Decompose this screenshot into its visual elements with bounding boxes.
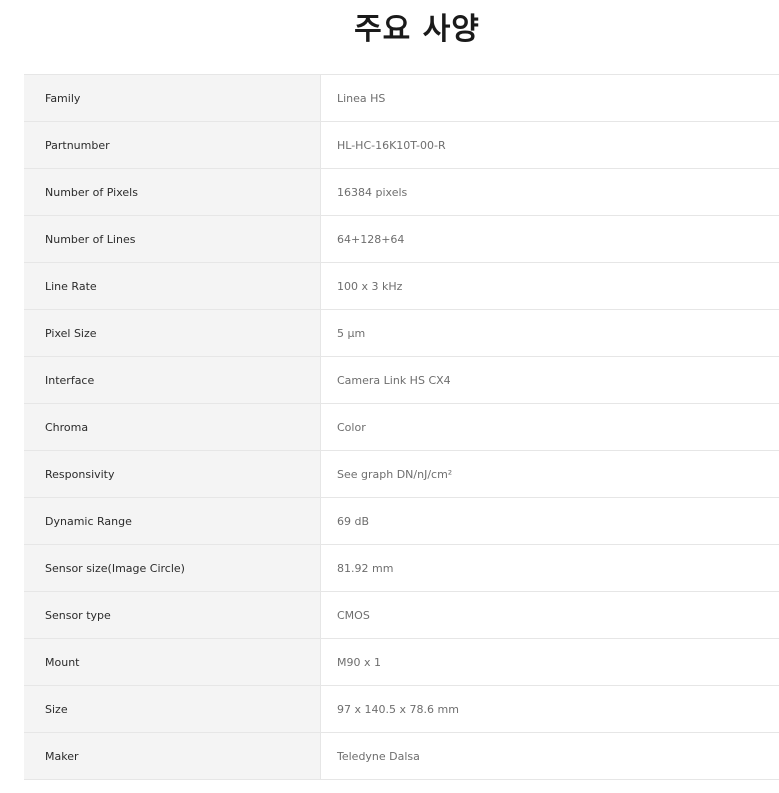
spec-label: Responsivity (24, 450, 321, 498)
spec-value: 64+128+64 (320, 215, 779, 263)
table-row: Partnumber HL-HC-16K10T-00-R (24, 121, 779, 169)
spec-value: 81.92 mm (320, 544, 779, 592)
spec-value: Color (320, 403, 779, 451)
spec-label: Chroma (24, 403, 321, 451)
table-row: Mount M90 x 1 (24, 638, 779, 686)
table-row: Number of Lines 64+128+64 (24, 215, 779, 263)
spec-label: Sensor size(Image Circle) (24, 544, 321, 592)
spec-label: Maker (24, 732, 321, 780)
spec-value: Camera Link HS CX4 (320, 356, 779, 404)
table-row: Maker Teledyne Dalsa (24, 732, 779, 780)
spec-value: M90 x 1 (320, 638, 779, 686)
spec-label: Sensor type (24, 591, 321, 639)
spec-value: Linea HS (320, 74, 779, 122)
spec-label: Mount (24, 638, 321, 686)
table-row: Dynamic Range 69 dB (24, 497, 779, 545)
spec-value: 100 x 3 kHz (320, 262, 779, 310)
spec-label: Partnumber (24, 121, 321, 169)
table-row: Line Rate 100 x 3 kHz (24, 262, 779, 310)
spec-value: See graph DN/nJ/cm² (320, 450, 779, 498)
spec-value: 5 µm (320, 309, 779, 357)
spec-value: 97 x 140.5 x 78.6 mm (320, 685, 779, 733)
table-row: Chroma Color (24, 403, 779, 451)
spec-value: CMOS (320, 591, 779, 639)
table-row: Interface Camera Link HS CX4 (24, 356, 779, 404)
table-row: Sensor size(Image Circle) 81.92 mm (24, 544, 779, 592)
table-row: Responsivity See graph DN/nJ/cm² (24, 450, 779, 498)
spec-label: Number of Lines (24, 215, 321, 263)
spec-label: Pixel Size (24, 309, 321, 357)
page-title: 주요 사양 (354, 12, 480, 47)
table-row: Number of Pixels 16384 pixels (24, 168, 779, 216)
spec-value: HL-HC-16K10T-00-R (320, 121, 779, 169)
table-row: Size 97 x 140.5 x 78.6 mm (24, 685, 779, 733)
spec-label: Interface (24, 356, 321, 404)
spec-label: Number of Pixels (24, 168, 321, 216)
spec-value: 16384 pixels (320, 168, 779, 216)
spec-value: Teledyne Dalsa (320, 732, 779, 780)
table-row: Sensor type CMOS (24, 591, 779, 639)
spec-label: Size (24, 685, 321, 733)
spec-label: Line Rate (24, 262, 321, 310)
table-row: Family Linea HS (24, 74, 779, 122)
spec-label: Family (24, 74, 321, 122)
spec-table: Family Linea HS Partnumber HL-HC-16K10T-… (24, 74, 779, 780)
spec-label: Dynamic Range (24, 497, 321, 545)
spec-value: 69 dB (320, 497, 779, 545)
table-row: Pixel Size 5 µm (24, 309, 779, 357)
